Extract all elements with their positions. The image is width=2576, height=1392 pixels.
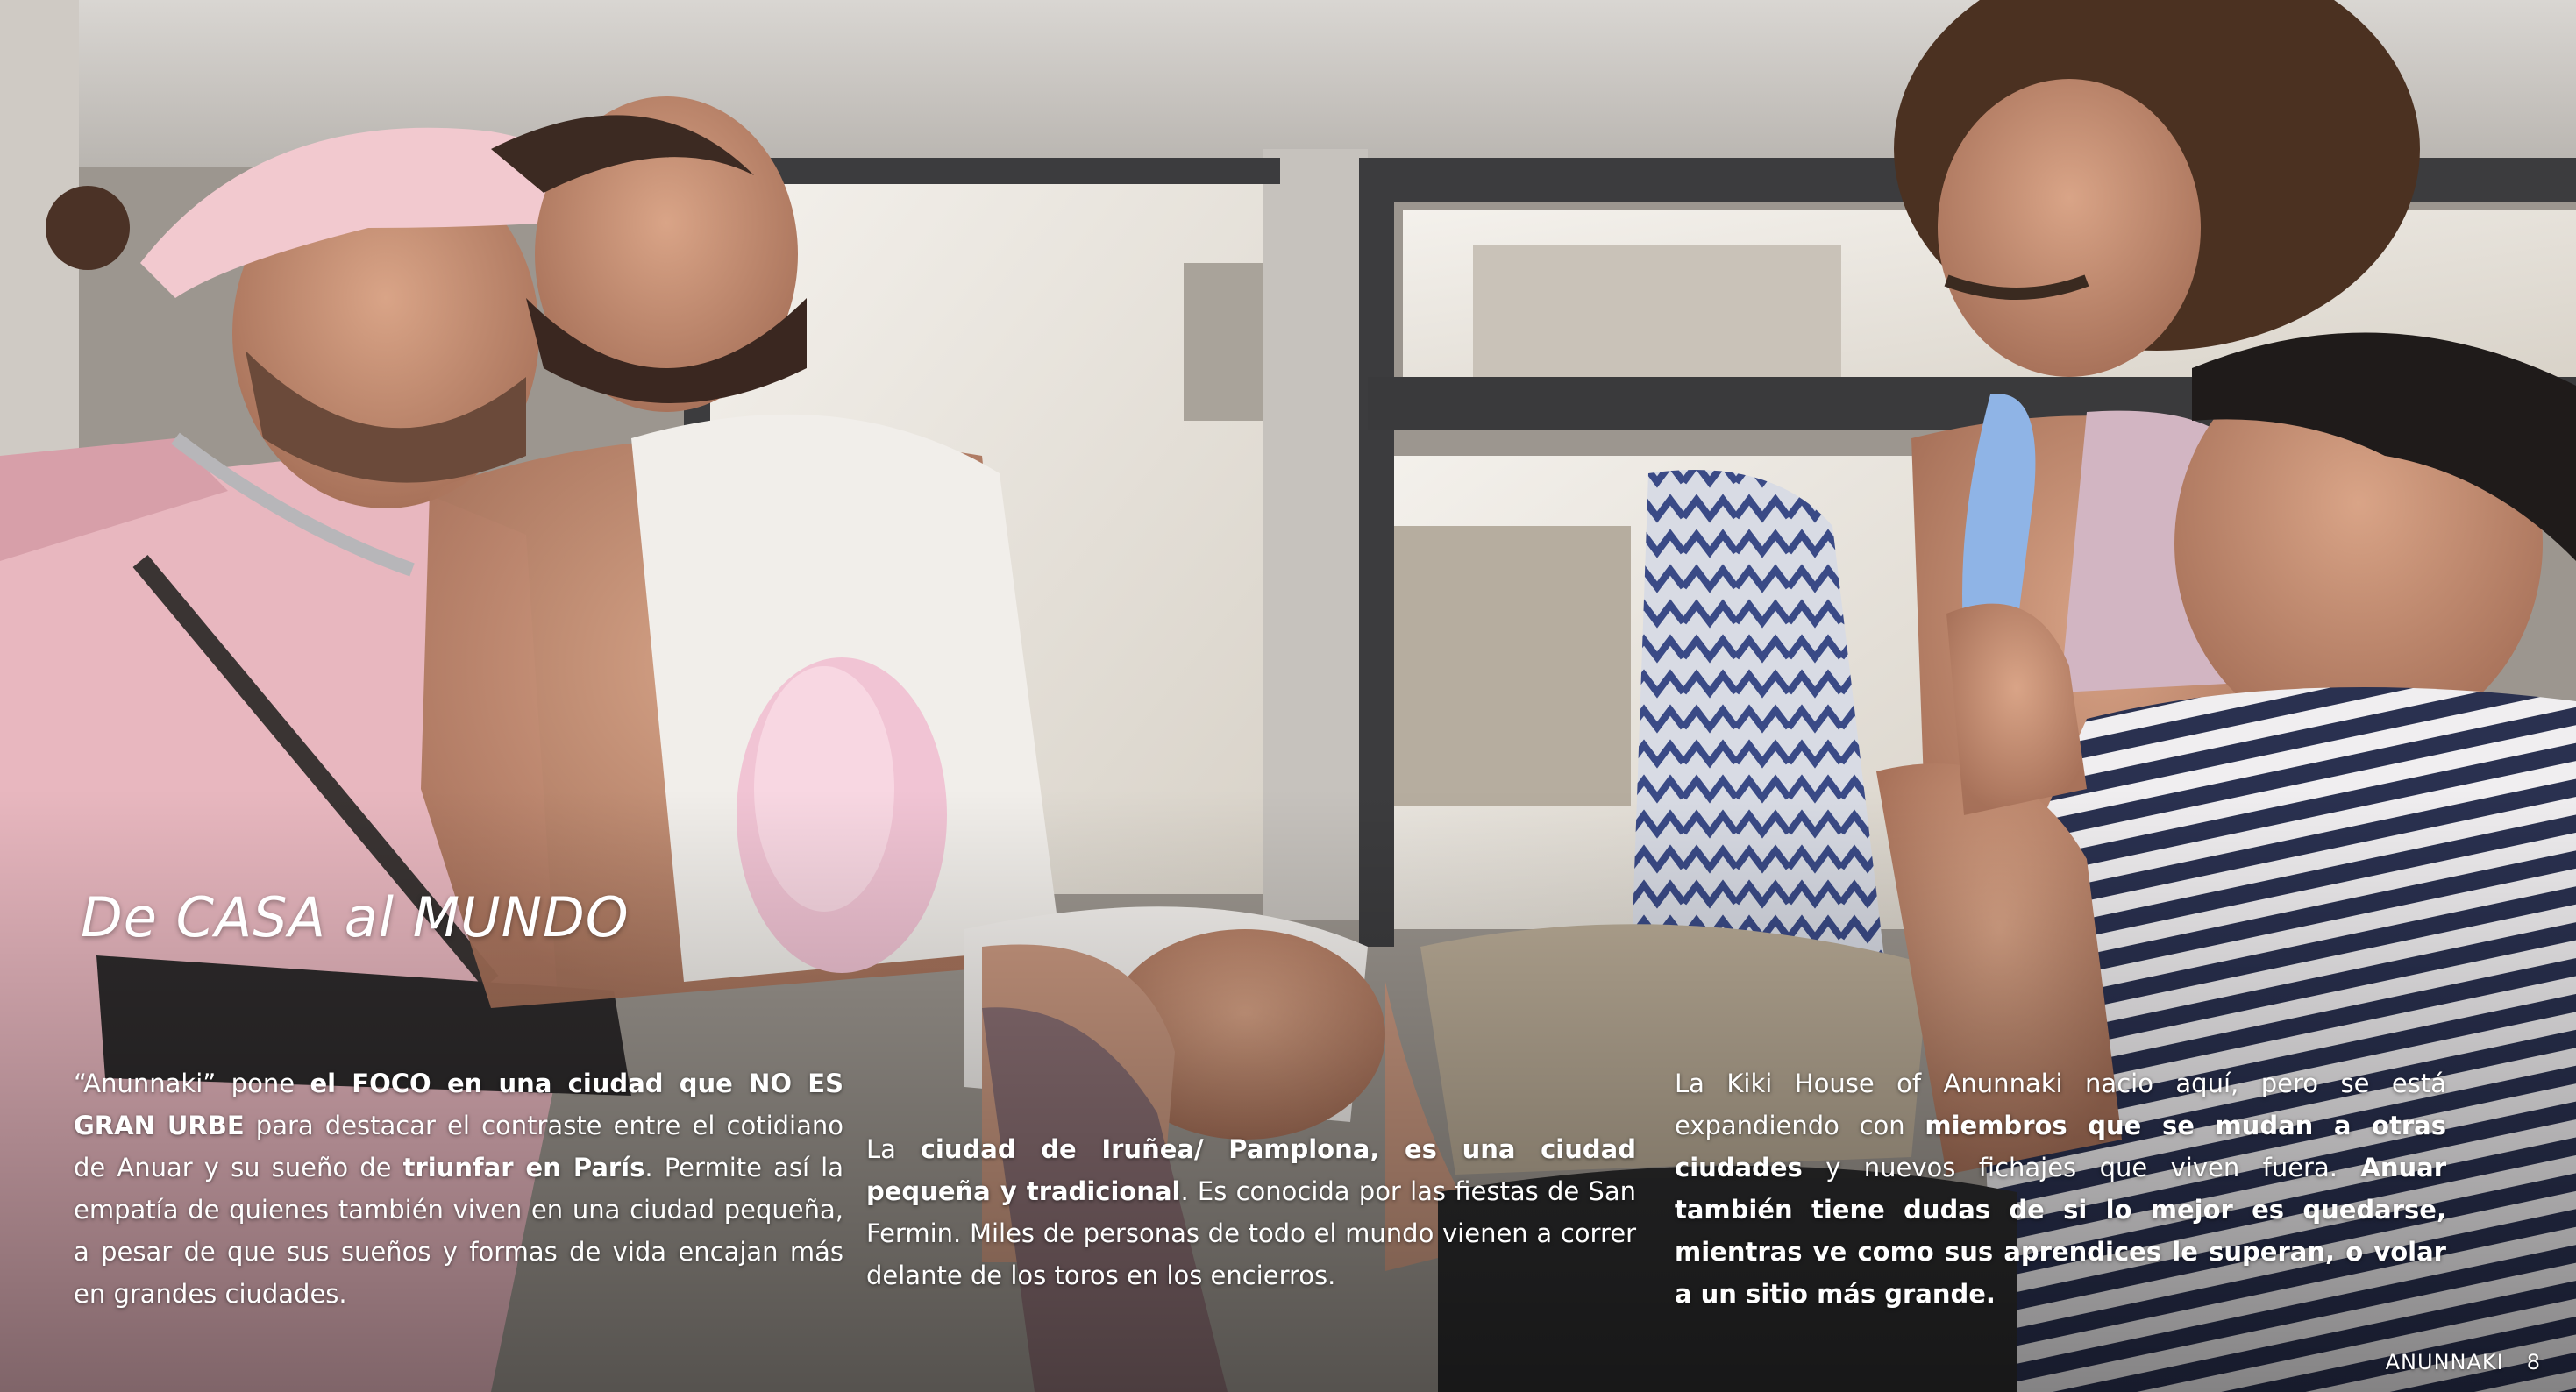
col3-text-2: y nuevos fichajes que viven fuera. xyxy=(1802,1153,2361,1182)
text-column-2: La ciudad de Iruñea/ Pamplona, es una ci… xyxy=(866,1128,1636,1296)
text-column-1: “Anunnaki” pone el FOCO en una ciudad qu… xyxy=(74,1062,843,1315)
col2-text-1: La xyxy=(866,1134,921,1164)
page-number: 8 xyxy=(2526,1350,2541,1374)
page-heading: De CASA al MUNDO xyxy=(81,885,630,949)
footer-label: ANUNNAKI xyxy=(2385,1350,2504,1374)
col1-bold-2: triunfar en París xyxy=(402,1153,645,1182)
page-footer: ANUNNAKI 8 xyxy=(2363,1350,2541,1374)
text-column-3: La Kiki House of Anunnaki nacio aquí, pe… xyxy=(1675,1062,2446,1315)
col1-text-1: “Anunnaki” pone xyxy=(74,1069,310,1098)
